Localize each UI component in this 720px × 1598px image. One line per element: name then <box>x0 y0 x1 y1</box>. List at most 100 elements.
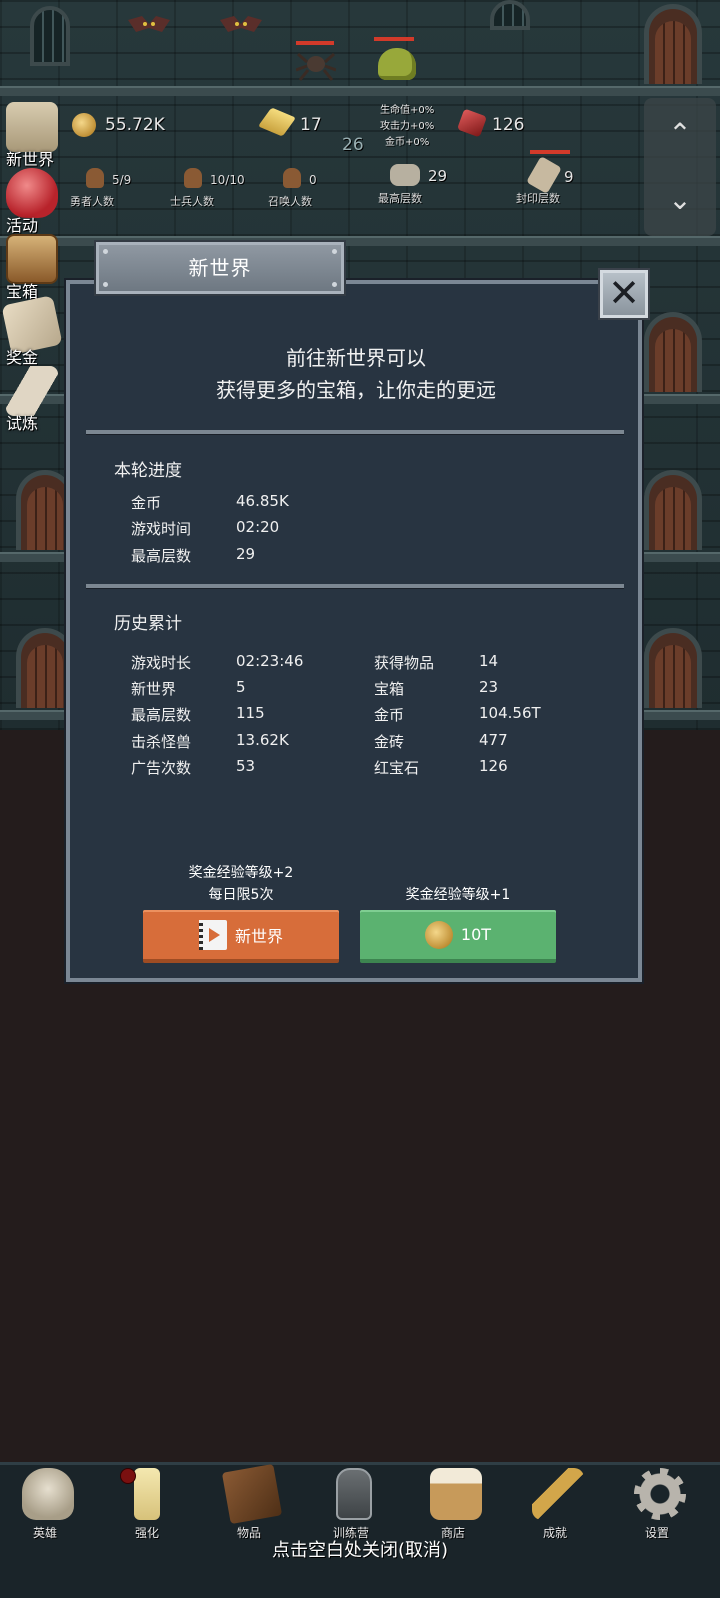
dialog-title: 新世界 <box>94 240 346 296</box>
side-item-new-world[interactable]: 新世界 <box>0 102 70 169</box>
history-max-floor-value: 115 <box>236 704 265 722</box>
stone-icon <box>390 164 420 186</box>
pay-coins-new-world-button[interactable]: 10T <box>360 910 556 963</box>
door <box>644 312 702 392</box>
nav-training-camp[interactable]: 训练营 <box>306 1466 396 1544</box>
bat-enemy <box>220 16 262 32</box>
side-item-trial[interactable]: 试炼 <box>0 366 70 433</box>
nav-upgrade[interactable]: 强化 <box>102 1466 192 1544</box>
spider-enemy <box>296 52 336 81</box>
nav-shop[interactable]: 商店 <box>408 1466 498 1544</box>
summons-label: 召唤人数 <box>268 195 312 208</box>
map-icon <box>6 102 58 152</box>
nav-achievements[interactable]: 成就 <box>510 1466 600 1544</box>
barred-window <box>490 0 530 30</box>
door <box>644 4 702 84</box>
close-button[interactable]: ✕ <box>598 268 650 320</box>
book-icon <box>221 1463 283 1525</box>
coin-button-caption: 奖金经验等级+1 <box>405 887 511 903</box>
summon-head-icon <box>283 168 301 188</box>
sealed-floor-count: 9 <box>564 168 574 186</box>
soldiers-count: 10/10 <box>210 173 245 187</box>
history-playtime-label: 游戏时长 <box>131 654 192 672</box>
side-item-chests[interactable]: 宝箱 <box>0 234 70 301</box>
nav-settings[interactable]: 设置 <box>612 1466 702 1544</box>
history-gold-label: 金币 <box>374 706 405 724</box>
ad-caption-line-2: 每日限5次 <box>208 887 274 903</box>
hp-bonus: 生命值+0% <box>380 105 435 116</box>
side-item-bonus[interactable]: 奖金 <box>0 295 70 367</box>
scroll-down-button[interactable]: ⌄ <box>644 170 716 230</box>
section-divider <box>86 430 624 435</box>
rivet <box>103 249 108 254</box>
dialog-title-text: 新世界 <box>188 256 252 280</box>
history-rubies-label: 红宝石 <box>374 759 420 777</box>
attack-bonus: 攻击力+0% <box>380 121 435 132</box>
section-divider <box>86 584 624 589</box>
enemy-health-bar <box>530 150 570 154</box>
floor-number: 26 <box>342 135 364 155</box>
current-gold-value: 46.85K <box>236 492 289 510</box>
summons-count: 0 <box>309 173 317 187</box>
nav-items[interactable]: 物品 <box>204 1463 294 1544</box>
gold-bonus: 金币+0% <box>385 137 430 148</box>
current-floor-value: 29 <box>236 545 256 563</box>
side-item-events[interactable]: 活动 <box>0 168 70 235</box>
history-items-value: 14 <box>479 652 499 670</box>
rivet <box>103 282 108 287</box>
soldiers-label: 士兵人数 <box>170 195 214 208</box>
lantern-icon <box>336 1468 372 1520</box>
gold-amount: 55.72K <box>105 115 165 135</box>
floor-divider <box>0 86 720 96</box>
rivet <box>332 249 337 254</box>
history-rubies-value: 126 <box>479 757 508 775</box>
side-item-label: 奖金 <box>6 348 39 367</box>
notification-dot <box>120 1468 136 1484</box>
tap-outside-to-close[interactable]: 点击空白处关闭(取消) <box>0 1536 720 1562</box>
rivet <box>332 282 337 287</box>
side-item-label: 新世界 <box>6 150 55 169</box>
history-new-world-value: 5 <box>236 678 246 696</box>
candle-icon <box>134 1468 160 1520</box>
hero-head-icon <box>86 168 104 188</box>
door <box>644 470 702 550</box>
gold-coin-icon <box>424 920 453 949</box>
door <box>644 628 702 708</box>
scroll-up-button[interactable]: ⌃ <box>644 104 716 164</box>
bat-enemy <box>128 16 170 32</box>
mug-icon <box>430 1468 482 1520</box>
nav-heroes[interactable]: 英雄 <box>0 1466 90 1544</box>
ad-caption-line-1: 奖金经验等级+2 <box>188 865 294 881</box>
history-title: 历史累计 <box>114 614 182 634</box>
history-playtime-value: 02:23:46 <box>236 652 304 670</box>
gear-icon <box>634 1468 686 1520</box>
ruby-amount: 126 <box>492 115 525 135</box>
history-gold-value: 104.56T <box>479 704 541 722</box>
current-time-label: 游戏时间 <box>131 520 192 538</box>
history-new-world-label: 新世界 <box>131 680 177 698</box>
side-item-label: 活动 <box>6 216 39 235</box>
close-icon: ✕ <box>608 271 640 315</box>
history-items-label: 获得物品 <box>374 654 435 672</box>
heart-icon <box>6 168 58 218</box>
intro-line-1: 前往新世界可以 <box>286 346 426 370</box>
slime-enemy <box>378 48 416 80</box>
ad-button-caption: 奖金经验等级+2 每日限5次 <box>143 862 339 906</box>
intro-line-2: 获得更多的宝箱，让你走的更远 <box>216 378 496 402</box>
history-ads-value: 53 <box>236 757 256 775</box>
floor-scroll-control: ⌃ ⌄ <box>644 98 716 236</box>
max-floor-label: 最高层数 <box>378 192 422 205</box>
feather-icon <box>6 366 58 416</box>
gold-coin-icon <box>72 113 96 137</box>
side-item-label: 试炼 <box>6 414 39 433</box>
history-chests-label: 宝箱 <box>374 680 405 698</box>
watch-ad-new-world-button[interactable]: 新世界 <box>143 910 339 963</box>
current-progress-title: 本轮进度 <box>114 461 182 481</box>
enemy-health-bar <box>374 37 414 41</box>
chest-icon <box>6 234 58 284</box>
ad-button-label: 新世界 <box>234 926 283 946</box>
history-gold-bars-label: 金砖 <box>374 733 405 751</box>
heroes-label: 勇者人数 <box>70 195 114 208</box>
current-gold-label: 金币 <box>131 494 162 512</box>
history-chests-value: 23 <box>479 678 499 696</box>
